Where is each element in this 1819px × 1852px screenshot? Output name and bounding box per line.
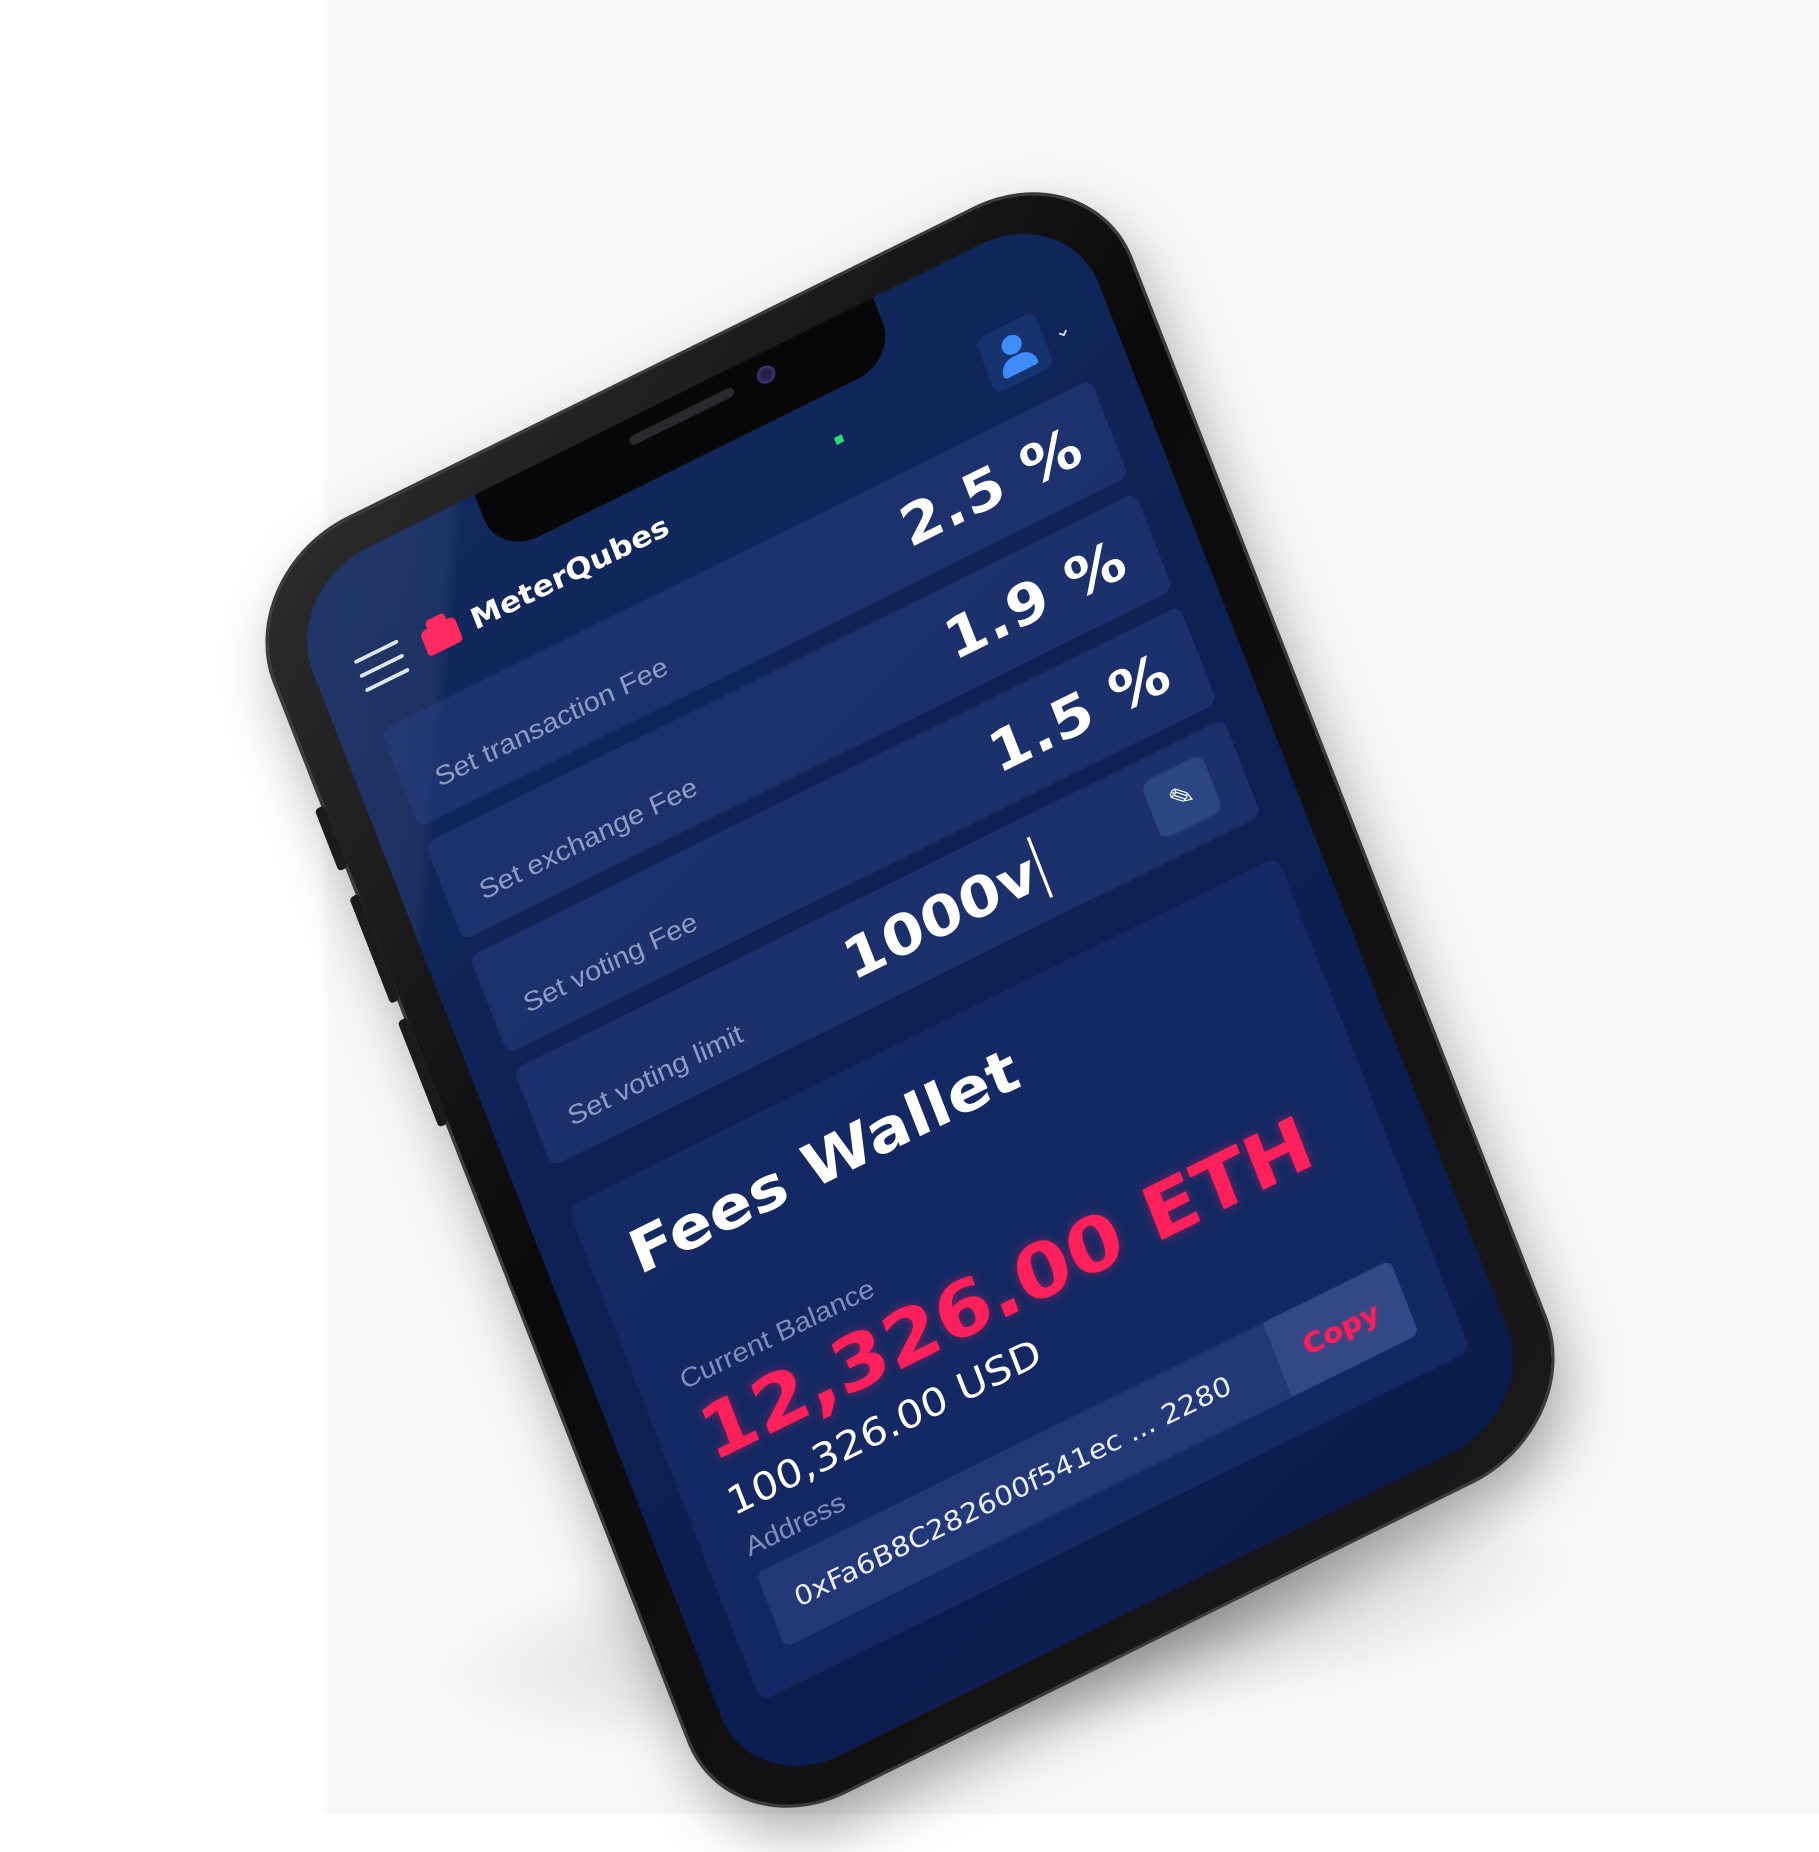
- chevron-down-icon[interactable]: ⌄: [1050, 315, 1074, 344]
- side-button-volume-up: [349, 893, 401, 1005]
- side-button-volume-down: [397, 1017, 449, 1128]
- hamburger-menu-icon[interactable]: [353, 639, 410, 693]
- phone-screen: MeterQubes ⌄ Set transaction Fee 2.5 % S…: [280, 201, 1540, 1799]
- pencil-icon[interactable]: ✎: [1140, 753, 1224, 841]
- front-camera: [754, 362, 778, 387]
- side-button-mute: [314, 805, 349, 872]
- meterqubes-logo-icon: [419, 615, 464, 658]
- user-avatar-icon[interactable]: [974, 310, 1056, 395]
- phone-body: MeterQubes ⌄ Set transaction Fee 2.5 % S…: [234, 153, 1586, 1847]
- setting-label: Set voting limit: [563, 1018, 747, 1132]
- phone-mockup: MeterQubes ⌄ Set transaction Fee 2.5 % S…: [0, 0, 1819, 1847]
- status-indicator: [834, 434, 845, 445]
- speaker-grille: [627, 386, 736, 447]
